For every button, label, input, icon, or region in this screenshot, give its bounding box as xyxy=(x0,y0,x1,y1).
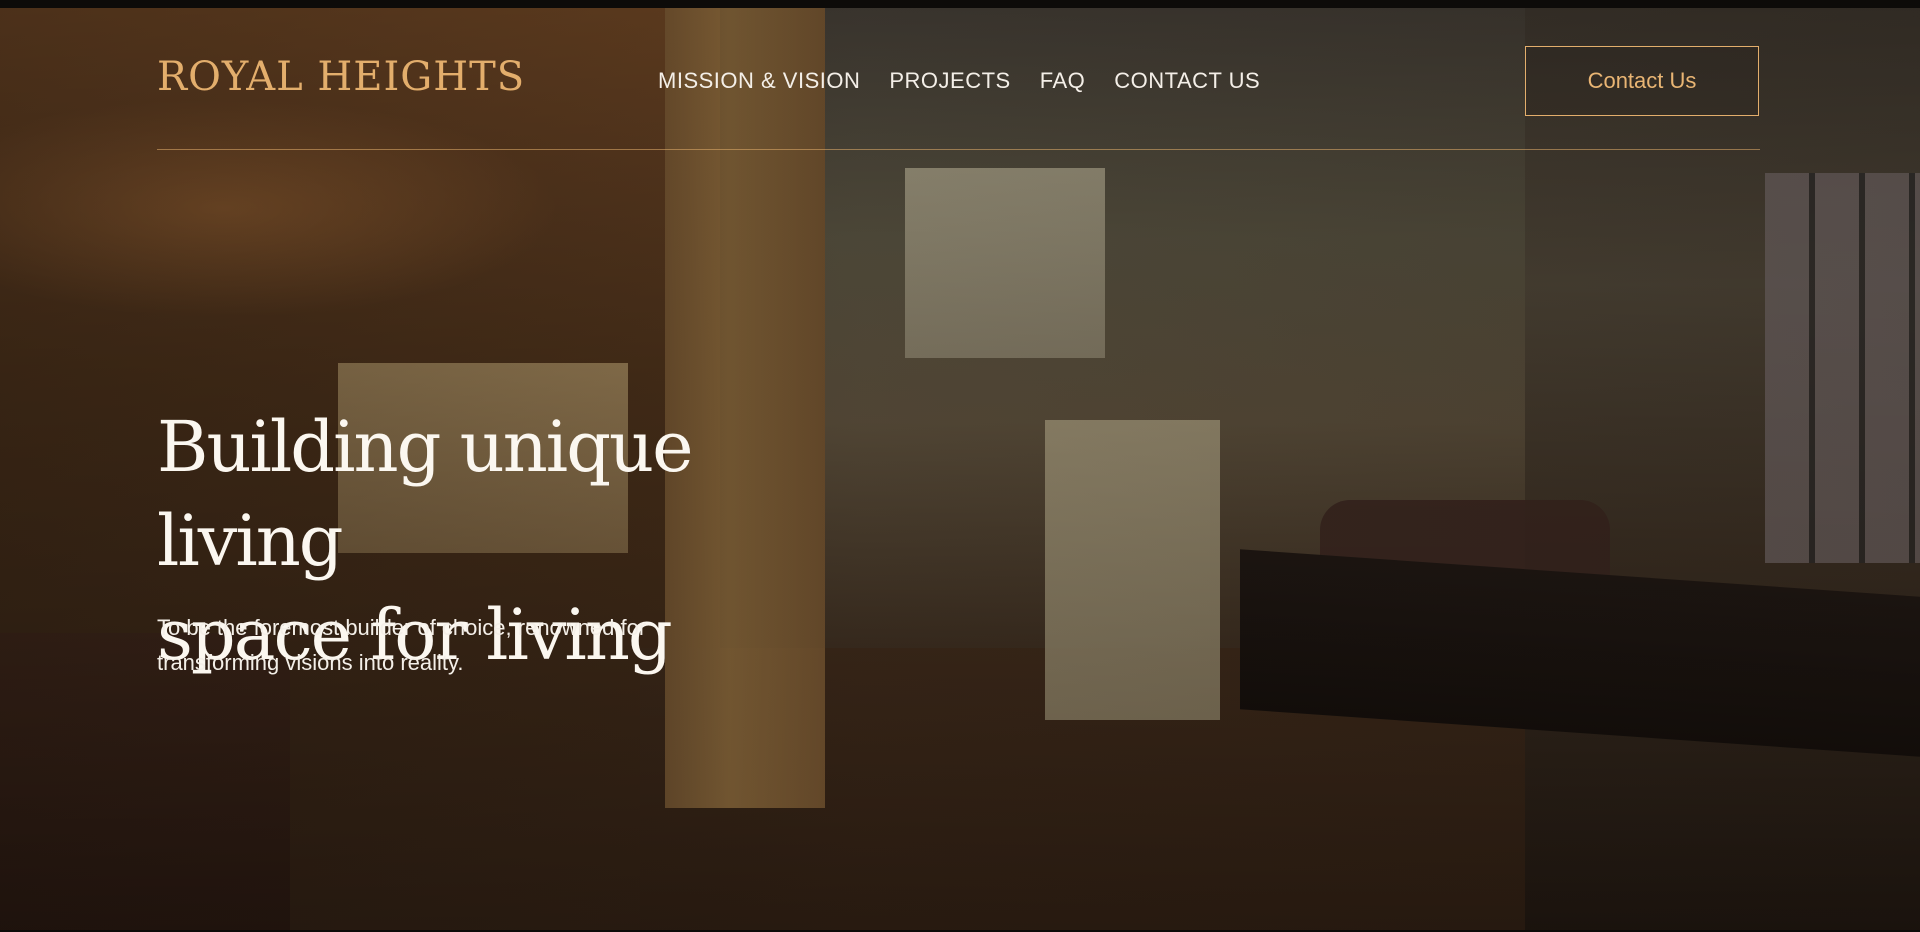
nav-item-faq[interactable]: FAQ xyxy=(1040,68,1086,94)
hero-subtext: To be the foremost builder of choice, re… xyxy=(157,615,647,675)
hero-section: ROYAL HEIGHTS MISSION & VISION PROJECTS … xyxy=(0,8,1920,930)
nav-item-projects[interactable]: PROJECTS xyxy=(889,68,1010,94)
hero-headline-line1: Building unique living xyxy=(157,406,694,582)
main-nav: MISSION & VISION PROJECTS FAQ CONTACT US xyxy=(658,68,1289,94)
contact-us-button[interactable]: Contact Us xyxy=(1525,46,1759,116)
brand-logo[interactable]: ROYAL HEIGHTS xyxy=(157,54,525,100)
nav-item-mission-vision[interactable]: MISSION & VISION xyxy=(658,68,860,94)
nav-item-contact-us[interactable]: CONTACT US xyxy=(1114,68,1260,94)
header-divider xyxy=(157,149,1760,150)
